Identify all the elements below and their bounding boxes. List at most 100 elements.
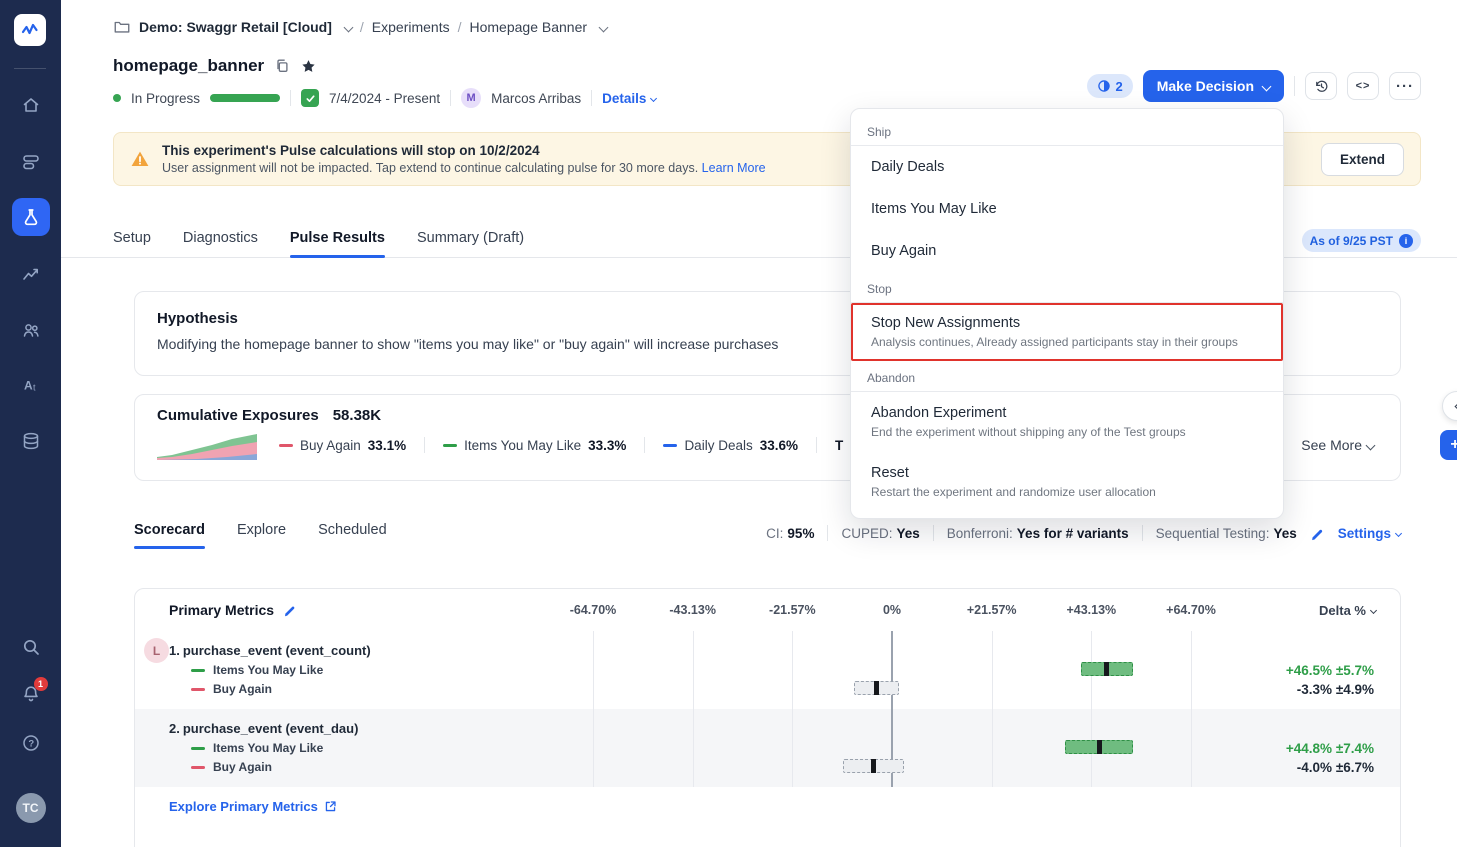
divider <box>450 90 452 106</box>
breadcrumb-separator: / <box>457 19 462 35</box>
explore-primary-metrics-link[interactable]: Explore Primary Metrics <box>169 799 337 814</box>
tab-diagnostics[interactable]: Diagnostics <box>183 230 258 257</box>
chevron-down-icon <box>1369 606 1378 615</box>
divider <box>1141 525 1143 541</box>
details-label: Details <box>602 90 647 106</box>
history-button[interactable] <box>1305 72 1337 100</box>
learn-more-link[interactable]: Learn More <box>702 161 766 175</box>
sidebar-item-home[interactable] <box>12 86 50 124</box>
sidebar-item-metrics[interactable] <box>12 255 50 293</box>
statsig-logo-icon[interactable] <box>14 14 46 46</box>
sidebar-item-feature-gates[interactable] <box>12 143 50 181</box>
metric-label: purchase_event (event_dau) <box>182 721 359 736</box>
confidence-interval-bar[interactable] <box>1080 662 1134 676</box>
config-ci: CI: 95% <box>766 526 814 541</box>
divider <box>827 525 829 541</box>
primary-metrics-card: Primary Metrics -64.70% -43.13% -21.57% 0% +… <box>134 588 1401 847</box>
people-icon <box>23 324 39 337</box>
menu-item-abandon-experiment[interactable]: Abandon Experiment End the experiment wi… <box>851 392 1283 452</box>
see-more-link[interactable]: See More <box>1301 437 1376 453</box>
make-decision-button[interactable]: Make Decision <box>1142 70 1284 102</box>
legend-dash <box>191 687 205 691</box>
confidence-interval-bar[interactable] <box>842 759 905 773</box>
sidebar-item-data-warehouse[interactable] <box>12 422 50 460</box>
sidebar-item-notifications[interactable]: 1 <box>12 675 50 713</box>
warning-title: This experiment's Pulse calculations wil… <box>162 143 540 158</box>
pencil-icon[interactable] <box>1310 526 1325 541</box>
pencil-icon[interactable] <box>283 603 297 617</box>
menu-item-title: Stop New Assignments <box>871 315 1021 331</box>
history-icon <box>1315 80 1327 92</box>
breadcrumb-page[interactable]: Homepage Banner <box>470 19 588 35</box>
gridline <box>593 631 594 787</box>
metric-name[interactable]: 2. purchase_event (event_dau) <box>169 721 361 736</box>
tab-explore[interactable]: Explore <box>237 522 286 549</box>
breadcrumb-project[interactable]: Demo: Swaggr Retail [Cloud] <box>139 19 332 35</box>
sidebar-item-search[interactable] <box>12 628 50 666</box>
assistant-button[interactable]: + <box>1440 430 1457 460</box>
details-link[interactable]: Details <box>602 90 658 106</box>
page-title: homepage_banner <box>113 56 265 75</box>
menu-item-stop-new-assignments[interactable]: Stop New Assignments Analysis continues,… <box>851 303 1283 361</box>
menu-item-reset[interactable]: Reset Restart the experiment and randomi… <box>851 452 1283 512</box>
calendar-check-icon <box>301 89 320 107</box>
menu-item-title: Abandon Experiment <box>871 405 1007 421</box>
primary-metrics-title: Primary Metrics <box>169 602 297 618</box>
tab-pulse-results[interactable]: Pulse Results <box>289 230 386 258</box>
menu-section-label-stop: Stop <box>867 282 892 296</box>
owner-name[interactable]: Marcos Arribas <box>491 91 581 106</box>
status-label: In Progress <box>131 90 201 106</box>
divider <box>932 525 934 541</box>
menu-section-label-abandon: Abandon <box>867 371 916 385</box>
confidence-interval-bar[interactable] <box>1064 740 1134 754</box>
menu-item-title: Items You May Like <box>871 201 997 217</box>
legend-item: Buy Again <box>191 681 272 697</box>
sidebar: At 1 ? TC <box>0 0 61 847</box>
user-avatar[interactable]: TC <box>15 793 46 823</box>
config-sequential: Sequential Testing: Yes <box>1156 526 1297 541</box>
chevron-down-icon <box>1365 440 1376 450</box>
legend-label: Items You May Like <box>213 741 324 755</box>
chevron-down-icon <box>1261 81 1272 91</box>
decision-icon <box>1097 80 1110 92</box>
info-icon[interactable]: i <box>1399 233 1413 248</box>
menu-item-daily-deals[interactable]: Daily Deals <box>851 146 1283 188</box>
decision-count-pill[interactable]: 2 <box>1086 74 1133 98</box>
menu-item-buy-again[interactable]: Buy Again <box>851 230 1283 272</box>
panel-collapse-button[interactable] <box>1442 391 1457 421</box>
config-value: Yes <box>1273 525 1297 541</box>
sidebar-item-experiments[interactable] <box>11 198 50 236</box>
header-actions: 2 Make Decision <> ··· <box>1086 70 1421 102</box>
tab-setup[interactable]: Setup <box>113 230 151 257</box>
copy-icon[interactable] <box>274 58 290 74</box>
confidence-interval: ±4.9% <box>1335 682 1374 697</box>
settings-link[interactable]: Settings <box>1338 526 1403 541</box>
as-of-label: As of 9/25 PST <box>1309 233 1393 248</box>
config-value: 95% <box>787 525 815 541</box>
owner-avatar[interactable]: M <box>461 88 482 108</box>
divider <box>290 90 292 106</box>
more-button[interactable]: ··· <box>1389 72 1421 100</box>
sidebar-item-users[interactable] <box>12 311 50 349</box>
star-icon[interactable] <box>300 58 317 75</box>
code-button[interactable]: <> <box>1347 72 1379 100</box>
chevron-down-icon[interactable] <box>598 22 609 32</box>
tab-scheduled[interactable]: Scheduled <box>318 522 387 549</box>
tab-scorecard[interactable]: Scorecard <box>134 522 205 549</box>
legend-item: Daily Deals 33.6% <box>663 438 798 453</box>
menu-item-description: Restart the experiment and randomize use… <box>871 485 1156 499</box>
chevron-down-icon[interactable] <box>343 22 354 32</box>
menu-section-label-ship: Ship <box>867 125 892 139</box>
status-dot <box>113 94 121 102</box>
legend-label: Items You May Like <box>213 663 324 677</box>
menu-item-items-you-may-like[interactable]: Items You May Like <box>851 188 1283 230</box>
delta-sort-header[interactable]: Delta % <box>1319 603 1378 618</box>
metric-name[interactable]: 1. purchase_event (event_count) <box>169 643 374 658</box>
extend-button[interactable]: Extend <box>1320 142 1404 176</box>
breadcrumb-section[interactable]: Experiments <box>372 19 450 35</box>
confidence-interval-bar[interactable] <box>854 681 900 695</box>
tab-summary[interactable]: Summary (Draft) <box>417 230 524 257</box>
gridline <box>692 631 694 787</box>
sidebar-item-help[interactable]: ? <box>12 724 50 762</box>
sidebar-item-autotune[interactable]: At <box>12 366 50 404</box>
